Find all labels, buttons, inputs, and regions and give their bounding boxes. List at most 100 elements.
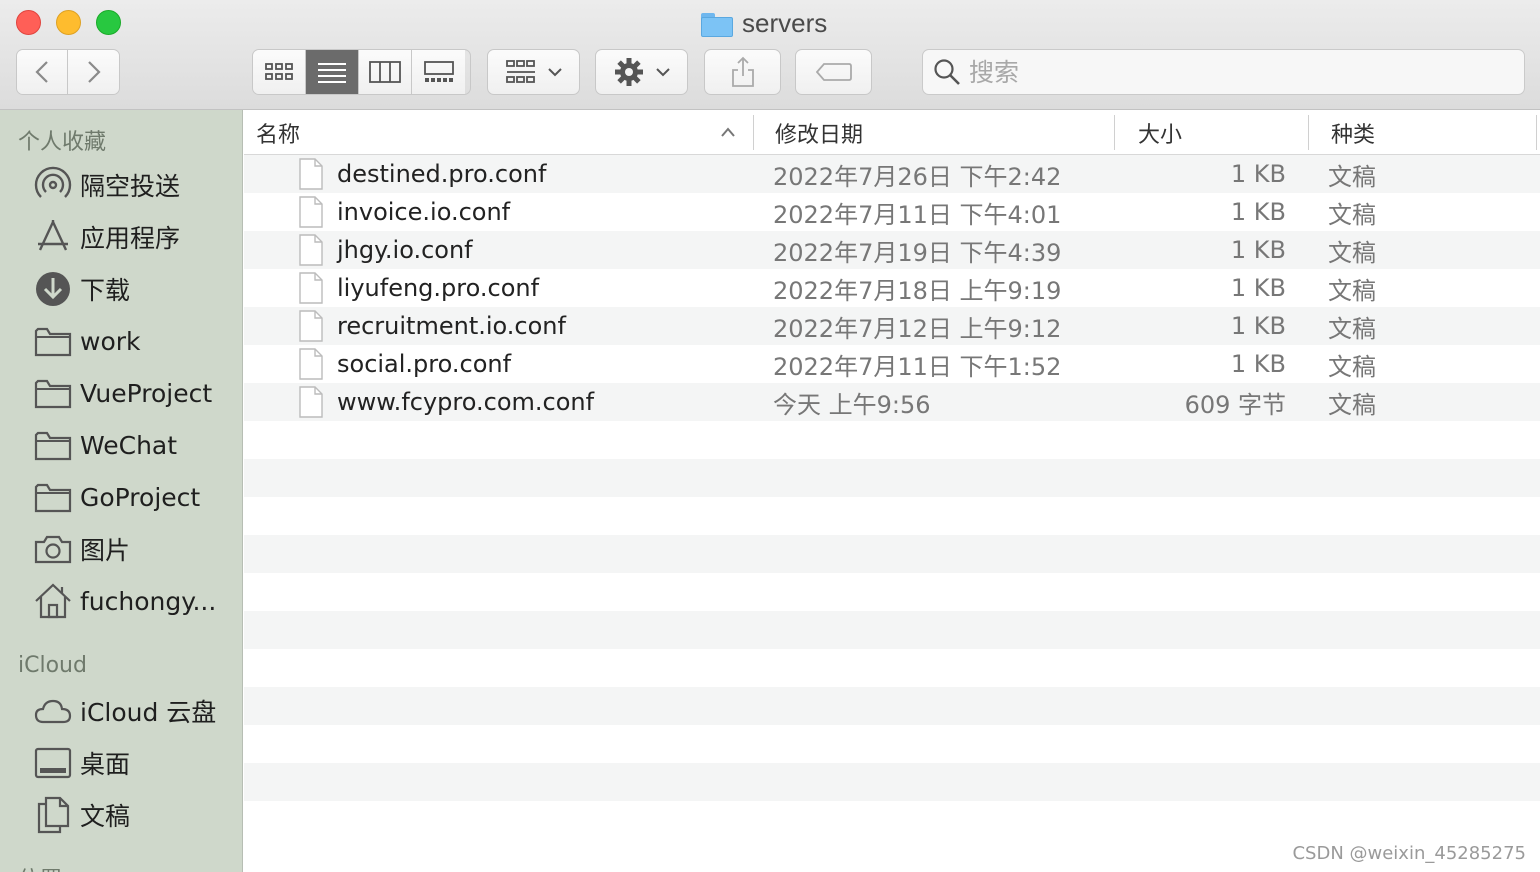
file-row[interactable]: jhgy.io.conf 2022年7月19日 下午4:39 1 KB 文稿: [244, 231, 1540, 269]
empty-row: [244, 497, 1540, 535]
column-header-name[interactable]: 名称: [256, 110, 300, 155]
icon-view-icon: [265, 63, 293, 80]
file-row[interactable]: destined.pro.conf 2022年7月26日 下午2:42 1 KB…: [244, 155, 1540, 193]
file-kind: 文稿: [1328, 390, 1376, 419]
file-name: www.fcypro.com.conf: [337, 388, 595, 416]
sidebar-item-goproject[interactable]: GoProject: [34, 475, 239, 519]
folder-icon: [700, 11, 733, 37]
share-button[interactable]: [704, 49, 781, 95]
file-size: 1 KB: [1230, 350, 1286, 378]
column-view-button[interactable]: [359, 50, 412, 94]
sidebar-item-label: fuchongy...: [80, 586, 217, 616]
file-name: jhgy.io.conf: [337, 236, 473, 264]
column-header-size-label: 大小: [1138, 122, 1183, 148]
tag-icon: [815, 63, 852, 81]
file-row[interactable]: recruitment.io.conf 2022年7月12日 上午9:12 1 …: [244, 307, 1540, 345]
column-header-size[interactable]: 大小: [1138, 110, 1182, 155]
toolbar: servers: [0, 0, 1540, 110]
icon-view-button[interactable]: [253, 50, 306, 94]
column-header-date-label: 修改日期: [775, 122, 864, 148]
sidebar-item-label: work: [80, 326, 141, 356]
document-icon: [299, 196, 323, 228]
empty-row: [244, 649, 1540, 687]
column-header-date[interactable]: 修改日期: [775, 110, 863, 155]
chevron-down-icon: [655, 68, 670, 77]
file-name-cell: destined.pro.conf: [299, 155, 546, 193]
sidebar-item-label: 隔空投送: [80, 172, 181, 201]
sidebar-item-vueproject[interactable]: VueProject: [34, 371, 239, 415]
folder-icon: [34, 322, 72, 360]
sidebar-item-label: 桌面: [80, 750, 131, 779]
action-button[interactable]: [595, 49, 688, 95]
forward-button[interactable]: [68, 50, 119, 94]
file-row[interactable]: www.fcypro.com.conf 今天 上午9:56 609 字节 文稿: [244, 383, 1540, 421]
sidebar-item-home[interactable]: fuchongy...: [34, 579, 239, 623]
group-by-button[interactable]: [487, 49, 580, 95]
back-button[interactable]: [17, 50, 69, 94]
sidebar-item-wechat[interactable]: WeChat: [34, 423, 239, 467]
file-size: 1 KB: [1230, 160, 1286, 188]
sidebar-item-work[interactable]: work: [34, 319, 239, 363]
applications-icon: [34, 218, 72, 256]
file-kind: 文稿: [1328, 200, 1376, 229]
camera-icon: [34, 530, 72, 568]
column-divider[interactable]: [1308, 115, 1309, 150]
empty-row: [244, 725, 1540, 763]
file-row[interactable]: liyufeng.pro.conf 2022年7月18日 上午9:19 1 KB…: [244, 269, 1540, 307]
close-window-button[interactable]: [16, 10, 41, 35]
airdrop-icon: [34, 166, 72, 204]
search-input[interactable]: [969, 57, 1509, 87]
view-mode-control: [252, 49, 471, 95]
documents-icon: [34, 796, 72, 834]
document-icon: [299, 348, 323, 380]
sidebar-item-label: VueProject: [80, 378, 213, 408]
file-name-cell: liyufeng.pro.conf: [299, 269, 539, 307]
sidebar-item-airdrop[interactable]: 隔空投送: [34, 163, 239, 207]
chevron-down-icon: [547, 68, 562, 77]
home-icon: [34, 582, 72, 620]
document-icon: [299, 272, 323, 304]
empty-row: [244, 421, 1540, 459]
file-name-cell: social.pro.conf: [299, 345, 511, 383]
zoom-window-button[interactable]: [96, 10, 121, 35]
file-size: 609 字节: [1184, 390, 1286, 419]
chevron-right-icon: [87, 61, 101, 83]
gallery-view-button[interactable]: [412, 50, 465, 94]
empty-row: [244, 687, 1540, 725]
sidebar-item-icloud-drive[interactable]: iCloud 云盘: [34, 689, 239, 733]
tags-button[interactable]: [795, 49, 872, 95]
file-date: 2022年7月18日 上午9:19: [773, 276, 1062, 305]
empty-row: [244, 763, 1540, 801]
window-title-label: servers: [742, 7, 828, 38]
file-row[interactable]: invoice.io.conf 2022年7月11日 下午4:01 1 KB 文…: [244, 193, 1540, 231]
file-row[interactable]: social.pro.conf 2022年7月11日 下午1:52 1 KB 文…: [244, 345, 1540, 383]
file-name-cell: recruitment.io.conf: [299, 307, 566, 345]
column-divider[interactable]: [753, 115, 754, 150]
gear-icon: [614, 58, 643, 86]
sidebar-item-downloads[interactable]: 下载: [34, 267, 239, 311]
column-divider[interactable]: [1114, 115, 1115, 150]
sort-ascending-icon[interactable]: [720, 126, 736, 138]
sidebar-item-documents[interactable]: 文稿: [34, 793, 239, 837]
file-kind: 文稿: [1328, 238, 1376, 267]
sidebar-item-label: 图片: [80, 536, 131, 565]
sidebar-item-desktop[interactable]: 桌面: [34, 741, 239, 785]
column-header-name-label: 名称: [256, 122, 301, 148]
column-divider[interactable]: [1536, 115, 1537, 150]
column-header-kind[interactable]: 种类: [1331, 110, 1375, 155]
list-view-button[interactable]: [306, 50, 359, 94]
chevron-left-icon: [35, 61, 48, 83]
minimize-window-button[interactable]: [56, 10, 81, 35]
column-header-row: 名称 修改日期 大小 种类: [244, 110, 1540, 155]
sidebar-heading-icloud: iCloud: [18, 653, 87, 678]
empty-row: [244, 535, 1540, 573]
file-name: recruitment.io.conf: [337, 312, 566, 340]
empty-row: [244, 459, 1540, 497]
sidebar-item-pictures[interactable]: 图片: [34, 527, 239, 571]
search-field[interactable]: [922, 49, 1525, 95]
sidebar-item-applications[interactable]: 应用程序: [34, 215, 239, 259]
column-header-kind-label: 种类: [1331, 122, 1376, 148]
search-icon: [934, 59, 960, 85]
file-size: 1 KB: [1230, 236, 1286, 264]
sidebar-item-label: GoProject: [80, 482, 201, 512]
